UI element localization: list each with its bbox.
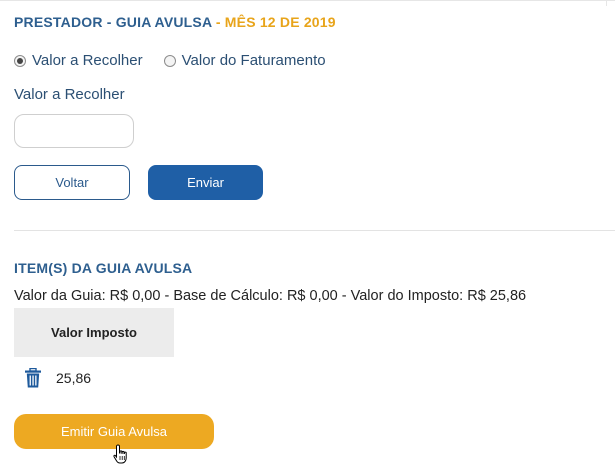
radio-label-valor-do-faturamento: Valor do Faturamento — [181, 52, 326, 69]
items-section-title: ITEM(S) DA GUIA AVULSA — [14, 260, 193, 276]
valor-a-recolher-label: Valor a Recolher — [14, 86, 125, 103]
table-row: 25,86 — [24, 368, 91, 388]
items-table: Valor Imposto — [14, 308, 174, 357]
page-title-separator: - — [211, 14, 225, 30]
radio-valor-do-faturamento[interactable]: Valor do Faturamento — [163, 52, 326, 69]
radio-label-valor-a-recolher: Valor a Recolher — [32, 52, 143, 69]
items-summary: Valor da Guia: R$ 0,00 - Base de Cálculo… — [14, 288, 527, 304]
page-title-main: PRESTADOR - GUIA AVULSA — [14, 14, 212, 30]
value-type-radio-group: Valor a Recolher Valor do Faturamento — [14, 52, 326, 69]
column-header-valor-imposto: Valor Imposto — [14, 308, 174, 357]
submit-button[interactable]: Enviar — [148, 165, 263, 200]
trash-icon[interactable] — [24, 368, 42, 388]
page-title: PRESTADOR - GUIA AVULSA - MÊS 12 DE 2019 — [14, 14, 336, 30]
back-button[interactable]: Voltar — [14, 165, 130, 200]
section-divider — [14, 230, 615, 231]
top-border-corner — [606, 0, 607, 6]
radio-valor-a-recolher[interactable]: Valor a Recolher — [14, 52, 143, 69]
hand-pointer-cursor-icon — [112, 444, 130, 464]
radio-button-unselected[interactable] — [163, 54, 176, 67]
item-valor-imposto: 25,86 — [56, 370, 92, 386]
valor-a-recolher-input[interactable] — [14, 114, 134, 148]
top-border — [0, 0, 615, 1]
items-table-header-row: Valor Imposto — [14, 308, 174, 357]
radio-button-selected[interactable] — [14, 54, 26, 67]
page-title-month: MÊS 12 DE 2019 — [224, 14, 336, 30]
radio-selected-dot — [17, 57, 23, 64]
